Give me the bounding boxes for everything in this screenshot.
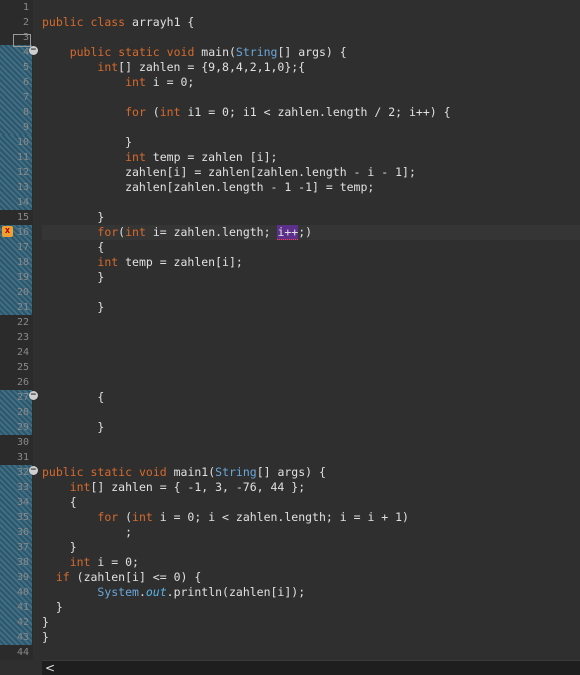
code-line-2: public class arrayh1 { <box>42 15 195 29</box>
line-number: 38 <box>16 557 29 568</box>
line-number: 12 <box>16 167 29 178</box>
line-number: 20 <box>16 287 29 298</box>
code-line-27: { <box>42 390 105 404</box>
code-line-15: } <box>42 210 105 224</box>
line-number: 23 <box>16 332 29 343</box>
line-number: 37 <box>16 542 29 553</box>
line-number: 13 <box>16 182 29 193</box>
line-number: 24 <box>16 347 29 358</box>
line-number: 18 <box>16 257 29 268</box>
line-number: 3 <box>22 32 29 43</box>
line-number: 8 <box>22 107 29 118</box>
line-number: 1 <box>22 2 29 13</box>
code-area[interactable]: public class arrayh1 { public static voi… <box>42 0 580 660</box>
line-number: 41 <box>16 602 29 613</box>
code-line-17: { <box>42 240 105 254</box>
line-number: 6 <box>22 77 29 88</box>
code-line-19: } <box>42 270 105 284</box>
code-line-40: System.out.println(zahlen[i]); <box>97 585 306 599</box>
fold-collapse-icon[interactable]: − <box>29 391 38 400</box>
code-line-32: public static void main1(String[] args) … <box>42 465 326 479</box>
code-line-11: int temp = zahlen [i]; <box>125 150 278 164</box>
line-number: 4 <box>22 47 29 58</box>
line-number: 5 <box>22 62 29 73</box>
code-line-5: int[] zahlen = {9,8,4,2,1,0};{ <box>97 60 306 74</box>
code-line-37: } <box>42 540 77 554</box>
line-number: 14 <box>16 197 29 208</box>
line-number: 40 <box>16 587 29 598</box>
line-number: 27 <box>16 392 29 403</box>
code-line-41: } <box>42 600 63 614</box>
line-number-gutter: 1 2 3 4 5 6 7 8 9 10 11 12 13 14 15 16 17 18 19 20 21 22 23 24 2… <box>0 0 38 660</box>
line-number: 26 <box>16 377 29 388</box>
line-number: 10 <box>16 137 29 148</box>
scroll-left-arrow-icon[interactable]: < <box>44 661 56 675</box>
line-number: 19 <box>16 272 29 283</box>
code-line-21: } <box>42 300 105 314</box>
line-number: 7 <box>22 92 29 103</box>
code-line-36: ; <box>42 525 133 539</box>
code-line-34: { <box>42 495 77 509</box>
code-line-8: for (int i1 = 0; i1 < zahlen.length / 2;… <box>125 105 451 119</box>
line-number: 28 <box>16 407 29 418</box>
line-number: 25 <box>16 362 29 373</box>
line-number: 15 <box>16 212 29 223</box>
line-number: 29 <box>16 422 29 433</box>
code-editor[interactable]: 1 2 3 4 5 6 7 8 9 10 11 12 13 14 15 16 17 18 19 20 21 22 23 24 2… <box>0 0 580 675</box>
line-number: 39 <box>16 572 29 583</box>
code-line-10: } <box>42 135 133 149</box>
line-number: 43 <box>16 632 29 643</box>
code-line-39: if (zahlen[i] <= 0) { <box>55 570 202 584</box>
code-line-18: int temp = zahlen[i]; <box>97 255 243 269</box>
code-line-42: } <box>42 615 49 629</box>
fold-collapse-icon[interactable]: − <box>29 46 38 55</box>
code-line-4: public static void main(String[] args) { <box>69 45 347 59</box>
code-line-13: zahlen[zahlen.length - 1 -1] = temp; <box>42 180 375 194</box>
line-number: 11 <box>16 152 29 163</box>
line-number: 31 <box>16 452 29 463</box>
line-number: 9 <box>22 122 29 133</box>
line-number: 36 <box>16 527 29 538</box>
line-number: 22 <box>16 317 29 328</box>
line-number: 35 <box>16 512 29 523</box>
code-line-16: for(int i= zahlen.length; i++;) <box>97 225 313 240</box>
error-highlight: i++ <box>277 225 299 240</box>
line-number: 34 <box>16 497 29 508</box>
error-warning-icon[interactable]: x <box>2 226 13 237</box>
code-line-29: } <box>42 420 105 434</box>
code-line-38: int i = 0; <box>69 555 139 569</box>
code-line-33: int[] zahlen = { -1, 3, -76, 44 }; <box>69 480 306 494</box>
line-number: 2 <box>22 17 29 28</box>
line-number: 33 <box>16 482 29 493</box>
line-number: 42 <box>16 617 29 628</box>
horizontal-scrollbar[interactable]: < <box>42 660 580 675</box>
line-number: 44 <box>16 647 29 658</box>
line-number: 17 <box>16 242 29 253</box>
code-line-6: int i = 0; <box>125 75 195 89</box>
line-number: 30 <box>16 437 29 448</box>
line-number: 32 <box>16 467 29 478</box>
line-number: 21 <box>16 302 29 313</box>
code-line-43: } <box>42 630 49 644</box>
code-line-35: for (int i = 0; i < zahlen.length; i = i… <box>97 510 409 524</box>
code-line-12: zahlen[i] = zahlen[zahlen.length - i - 1… <box>42 165 416 179</box>
fold-collapse-icon[interactable]: − <box>29 466 38 475</box>
